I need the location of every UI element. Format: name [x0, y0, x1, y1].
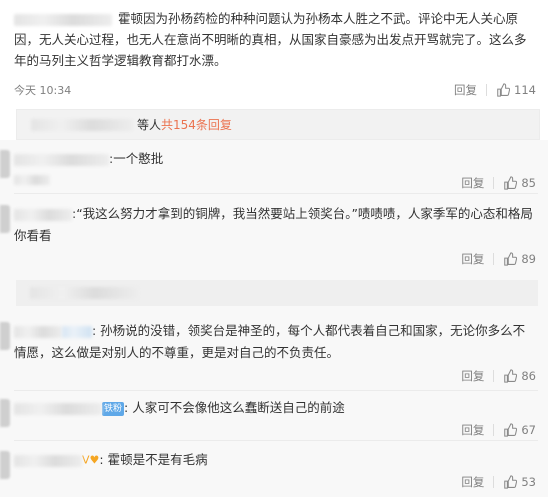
thumbs-up-icon[interactable] [503, 369, 518, 383]
like-count: 85 [521, 176, 536, 190]
reply-text-block: V♥: 霍顿是不是有毛病 [14, 449, 536, 472]
reply-button[interactable]: 回复 [461, 422, 484, 438]
reply-text: :“我这么努力才拿到的铜牌，我当然要站上领奖台。”啧啧啧，人家季军的心态和格局你… [14, 206, 533, 243]
comment-actions: 回复 114 [454, 82, 536, 98]
like-count: 86 [521, 369, 536, 383]
avatar[interactable] [0, 399, 10, 427]
reply-time-blurred [14, 175, 50, 185]
action-divider [493, 177, 495, 189]
reply-text: : 人家可不会像他这么蠢断送自己的前途 [124, 400, 345, 415]
action-divider [493, 476, 495, 488]
reply-actions: 回复 53 [461, 474, 536, 490]
reply-button[interactable]: 回复 [461, 251, 484, 267]
reply-button[interactable]: 回复 [461, 368, 484, 384]
reply-actions: 回复 89 [461, 251, 536, 267]
thumbs-up-icon[interactable] [503, 475, 518, 489]
reply-divider [14, 193, 538, 194]
replies-suffix: 等人 [137, 118, 162, 132]
replies-list: :一个憨批 回复 85 :“我这么努力才拿到的铜牌，我当然要站上领奖台。”啧啧啧… [0, 140, 548, 497]
commenter-name-blurred[interactable] [14, 13, 112, 26]
reply-button[interactable]: 回复 [461, 175, 484, 191]
thumbs-up-icon[interactable] [496, 83, 511, 97]
vip-icon: V♥ [82, 453, 100, 467]
collapsed-names-blurred [30, 287, 138, 299]
replier-name-blurred[interactable] [14, 454, 82, 467]
like-count: 89 [521, 252, 536, 266]
action-divider [493, 253, 495, 265]
reply-text: : 霍顿是不是有毛病 [99, 452, 208, 467]
fan-badge: 铁粉 [102, 401, 125, 416]
replier-badge-blurred [62, 325, 92, 338]
like-count: 114 [514, 83, 536, 97]
action-divider [493, 370, 495, 382]
like-count: 53 [521, 475, 536, 489]
replier-name-blurred[interactable] [14, 153, 109, 166]
reply-text-block: :一个憨批 [14, 148, 536, 170]
avatar[interactable] [0, 451, 10, 479]
avatar[interactable] [0, 205, 10, 233]
reply-button[interactable]: 回复 [461, 474, 484, 490]
reply-actions: 回复 85 [461, 175, 536, 191]
action-divider [493, 424, 495, 436]
avatar[interactable] [0, 150, 10, 178]
thumbs-up-icon[interactable] [503, 176, 518, 190]
replies-summary-bar[interactable]: 等人 共154条回复 [16, 109, 540, 140]
reply-text-block: :“我这么努力才拿到的铜牌，我当然要站上领奖台。”啧啧啧，人家季军的心态和格局你… [14, 203, 536, 247]
reply-text: :一个憨批 [109, 151, 164, 166]
replier-names-blurred [31, 118, 133, 131]
like-count: 67 [521, 423, 536, 437]
reply-actions: 回复 86 [461, 368, 536, 384]
comment-time: 今天 10:34 [14, 84, 72, 97]
comment-text-block: 霍顿因为孙杨药检的种种问题认为孙杨本人胜之不武。评论中无人关心原因，无人关心过程… [14, 8, 536, 71]
reply-button[interactable]: 回复 [454, 82, 477, 98]
avatar[interactable] [0, 322, 10, 350]
reply-actions: 回复 67 [461, 422, 536, 438]
reply-divider [14, 390, 538, 391]
replier-name-blurred[interactable] [14, 325, 62, 338]
collapsed-replies-bar[interactable] [16, 280, 538, 306]
replier-name-blurred[interactable] [14, 208, 72, 221]
reply-text-block: : 孙杨说的没错，领奖台是神圣的，每个人都代表着自己和国家，无论你多么不情愿，这… [14, 320, 536, 364]
action-divider [486, 84, 488, 96]
replier-name-blurred[interactable] [14, 402, 102, 415]
reply-text-block: 铁粉: 人家可不会像他这么蠢断送自己的前途 [14, 397, 536, 419]
thumbs-up-icon[interactable] [503, 252, 518, 266]
reply-divider [14, 440, 538, 441]
thumbs-up-icon[interactable] [503, 423, 518, 437]
view-all-replies-link[interactable]: 共154条回复 [161, 116, 232, 133]
